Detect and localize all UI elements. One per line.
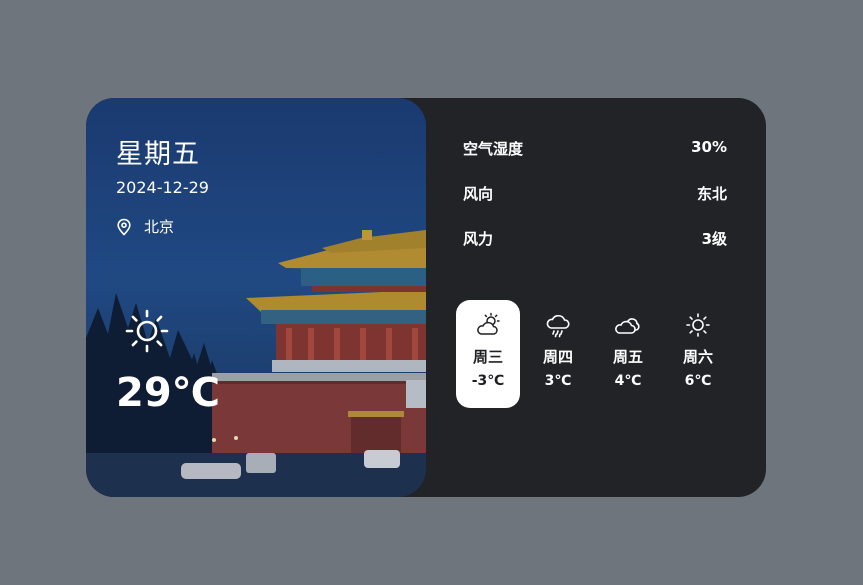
partly-cloudy-sun-icon	[477, 312, 500, 335]
forecast-list: 周三 -3℃ 周四 3℃ 周五 4℃ 周六 6℃	[456, 300, 736, 408]
weather-details-panel: 空气湿度 30% 风向 东北 风力 3级 周三 -3℃ 周四 3℃ 周五 4℃ …	[426, 98, 766, 497]
cloudy-icon	[615, 318, 640, 334]
cloud-rain-icon	[546, 314, 570, 338]
sun-icon	[686, 313, 710, 337]
current-temperature: 29℃	[116, 370, 221, 416]
forecast-day-wed[interactable]: 周三 -3℃	[456, 300, 520, 408]
stat-row-wind-direction: 风向 东北	[463, 183, 727, 204]
weekday-label: 星期五	[116, 139, 200, 170]
location-label: 北京	[144, 218, 175, 236]
stat-label: 风向	[463, 185, 494, 203]
stat-row-wind-force: 风力 3级	[463, 228, 727, 249]
forecast-day-thu[interactable]: 周四 3℃	[526, 300, 590, 408]
stat-value: 东北	[696, 185, 727, 203]
forecast-temp: 6℃	[684, 373, 712, 389]
forecast-temp: 4℃	[614, 373, 642, 389]
weather-card: 星期五 2024-12-29 北京 29℃ 空气湿度 30% 风向 东北 风力 …	[86, 98, 766, 497]
forecast-temp: 3℃	[544, 373, 572, 389]
forecast-temp: -3℃	[471, 373, 505, 389]
sun-icon	[125, 309, 169, 353]
forecast-day-label: 周六	[682, 348, 713, 366]
location-pin-icon	[117, 218, 131, 236]
forecast-day-fri[interactable]: 周五 4℃	[596, 300, 660, 408]
forecast-day-label: 周四	[542, 348, 573, 366]
forecast-day-label: 周三	[472, 348, 503, 366]
date-label: 2024-12-29	[116, 178, 209, 197]
stat-label: 风力	[463, 230, 494, 248]
stat-label: 空气湿度	[463, 140, 524, 158]
stat-value: 30%	[691, 138, 727, 156]
stat-row-humidity: 空气湿度 30%	[463, 138, 727, 159]
forecast-day-label: 周五	[612, 348, 643, 366]
forecast-day-sat[interactable]: 周六 6℃	[666, 300, 730, 408]
weather-image-panel: 星期五 2024-12-29 北京 29℃	[86, 98, 426, 497]
stat-value: 3级	[701, 230, 727, 248]
location: 北京	[116, 216, 174, 237]
